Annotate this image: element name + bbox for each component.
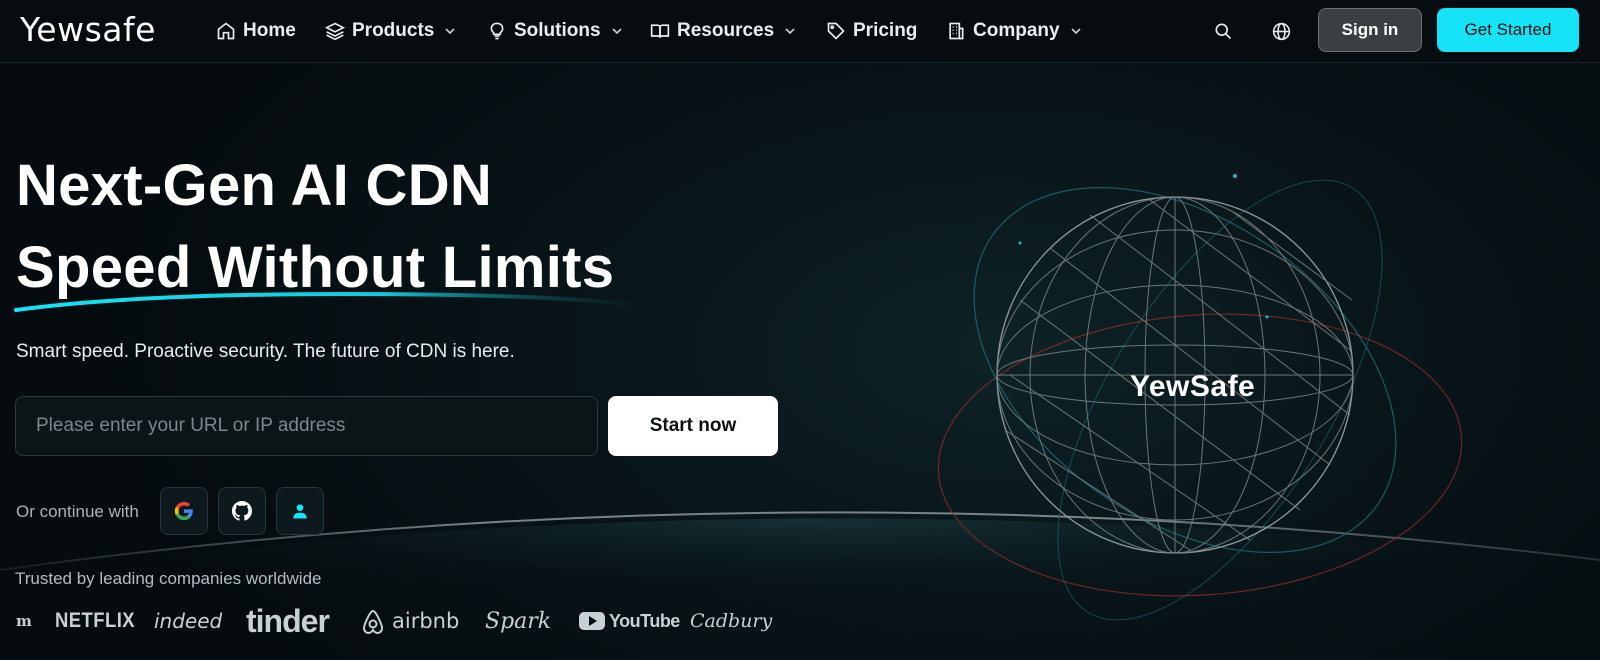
lightbulb-icon — [490, 22, 504, 40]
brand-logo-cadbury: Cadbury — [690, 610, 773, 632]
brand-logo-airbnb-label: airbnb — [392, 609, 460, 633]
hero-title-line1: Next-Gen AI CDN — [16, 153, 493, 218]
tag-icon — [827, 22, 845, 40]
nav-resources[interactable]: Resources — [650, 17, 796, 45]
search-button[interactable] — [1210, 18, 1236, 44]
chevron-down-icon — [445, 28, 455, 35]
user-icon — [293, 504, 307, 519]
sign-in-button[interactable]: Sign in — [1318, 8, 1422, 52]
github-login-button[interactable] — [218, 487, 266, 535]
search-icon — [1215, 23, 1232, 40]
chevron-down-icon — [785, 28, 795, 35]
github-icon — [231, 500, 252, 521]
nav-products-label: Products — [352, 20, 435, 41]
book-icon — [650, 24, 670, 38]
globe-icon — [1272, 22, 1290, 40]
nav-home-label: Home — [243, 20, 296, 41]
nav-home[interactable]: Home — [216, 17, 296, 45]
brand-logo-netflix: NETFLIX — [55, 609, 136, 632]
continue-with-label: Or continue with — [16, 502, 139, 521]
brand-logo-airbnb: airbnb — [360, 604, 459, 638]
google-login-button[interactable] — [160, 487, 208, 535]
url-input[interactable] — [15, 396, 598, 456]
start-now-button[interactable]: Start now — [608, 396, 778, 456]
nav-solutions[interactable]: Solutions — [487, 17, 623, 45]
brand-logo-indeed: indeed — [154, 609, 223, 633]
trusted-label: Trusted by leading companies worldwide — [15, 569, 322, 588]
chevron-down-icon — [611, 28, 622, 35]
nav-company-label: Company — [973, 20, 1060, 41]
get-started-button[interactable]: Get Started — [1437, 8, 1579, 52]
nav-products[interactable]: Products — [325, 17, 456, 45]
brand-logo-youtube-label: YouTube — [609, 610, 680, 631]
brand-logo-spark: Spark — [485, 608, 552, 634]
nav-company[interactable]: Company — [946, 17, 1082, 45]
title-underline — [14, 291, 631, 312]
navbar: Yewsafe Home Products Solutions Resource… — [0, 0, 1600, 63]
nav-pricing-label: Pricing — [853, 20, 918, 41]
airbnb-icon — [362, 609, 384, 635]
brand-logo-tinder: tinder — [246, 602, 330, 639]
account-login-button[interactable] — [276, 487, 324, 535]
logo[interactable]: Yewsafe — [20, 10, 156, 49]
hero-subtitle: Smart speed. Proactive security. The fut… — [16, 341, 515, 362]
nav-resources-label: Resources — [677, 20, 775, 41]
layers-icon — [325, 22, 345, 41]
home-icon — [217, 22, 235, 40]
nav-pricing[interactable]: Pricing — [826, 17, 917, 45]
building-icon — [949, 22, 964, 40]
brand-logo-m: m — [16, 612, 32, 630]
youtube-icon — [579, 612, 605, 630]
brand-logo-youtube: YouTube — [579, 604, 680, 638]
globe-label: YewSafe — [1130, 370, 1256, 403]
nav-solutions-label: Solutions — [514, 20, 601, 41]
google-icon — [174, 501, 193, 521]
language-button[interactable] — [1268, 18, 1294, 44]
chevron-down-icon — [1071, 28, 1081, 35]
